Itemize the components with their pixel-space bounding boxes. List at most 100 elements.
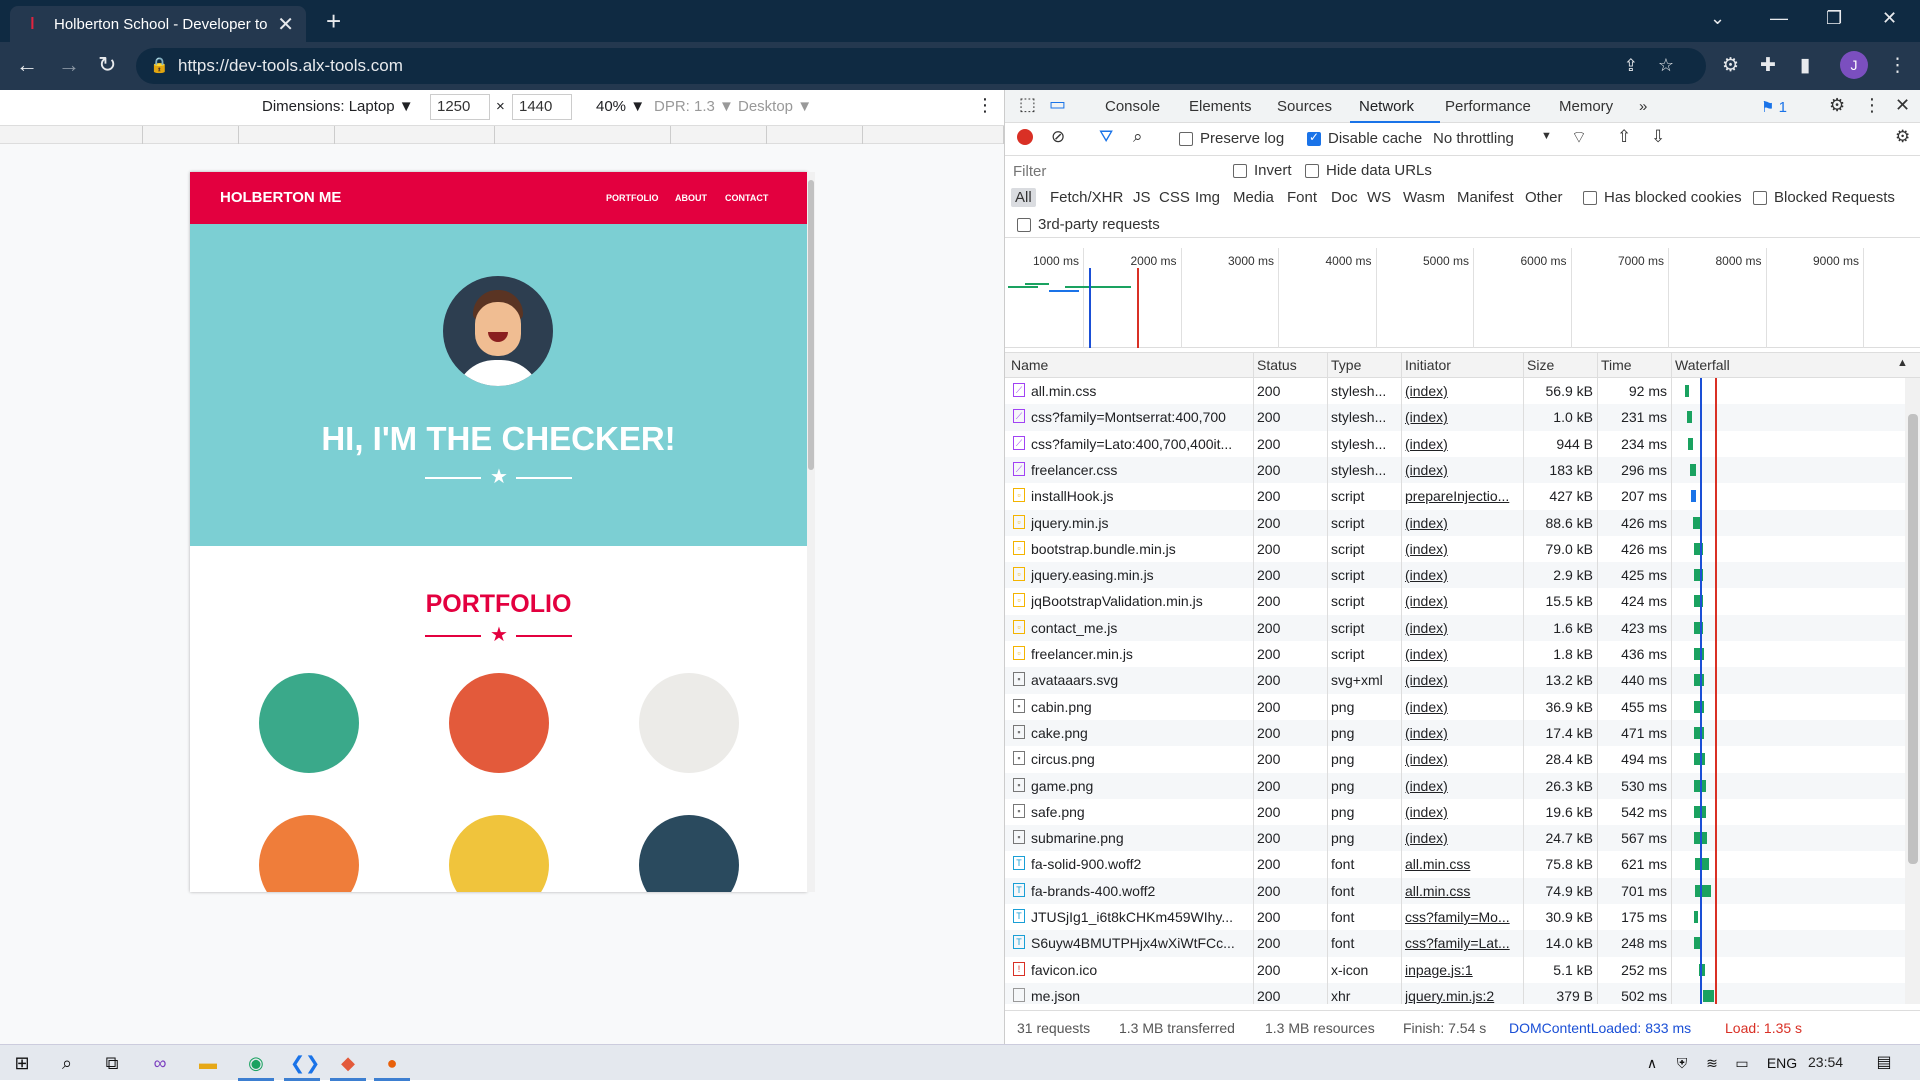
request-initiator[interactable]: (index) [1405, 830, 1517, 846]
hide-data-urls-checkbox[interactable] [1305, 164, 1319, 178]
table-row[interactable]: Tfa-brands-400.woff2 200 font all.min.css 74… [1005, 877, 1905, 904]
table-row[interactable]: ⟋ css?family=Montserrat:400,700 200 stylesh… [1005, 404, 1905, 431]
tab-elements[interactable]: Elements [1189, 98, 1252, 115]
dimensions-select[interactable]: Dimensions: Laptop ▼ [262, 98, 414, 115]
security-shield-icon[interactable]: ⛨ [1670, 1051, 1694, 1075]
table-row[interactable]: ⟋ css?family=Lato:400,700,400it... 200 styl… [1005, 431, 1905, 457]
language-indicator[interactable]: ENG [1762, 1051, 1802, 1075]
portfolio-tile-safe[interactable] [411, 802, 586, 892]
third-party-checkbox[interactable] [1017, 218, 1031, 232]
new-tab-icon[interactable]: + [326, 6, 341, 37]
portfolio-tile-cabin[interactable] [221, 660, 396, 787]
request-initiator[interactable]: (index) [1405, 383, 1517, 399]
table-row[interactable]: ▫ jqBootstrapValidation.min.js 200 script (i… [1005, 588, 1905, 614]
request-initiator[interactable]: css?family=Lat... [1405, 935, 1517, 951]
throttling-dropdown-icon[interactable]: ▼ [1541, 130, 1552, 142]
table-row[interactable]: ▫ bootstrap.bundle.min.js 200 script (index)… [1005, 536, 1905, 562]
task-view-icon[interactable]: ⧉ [100, 1051, 124, 1075]
request-initiator[interactable]: (index) [1405, 515, 1517, 531]
table-row[interactable]: ▫ installHook.js 200 script prepareInjectio.… [1005, 483, 1905, 509]
share-icon[interactable]: ⇪ [1624, 56, 1638, 76]
table-row[interactable]: ⟋ all.min.css 200 stylesh... (index) 56.9 kB 9… [1005, 378, 1905, 404]
table-row[interactable]: ▪ cabin.png 200 png (index) 36.9 kB 455 ms [1005, 694, 1905, 720]
close-tab-icon[interactable]: ✕ [277, 12, 294, 37]
request-initiator[interactable]: css?family=Mo... [1405, 909, 1517, 925]
request-initiator[interactable]: jquery.min.js:2 [1405, 988, 1517, 1004]
device-more-options-icon[interactable]: ⋮ [976, 95, 994, 116]
chrome-icon[interactable]: ◉ [238, 1051, 274, 1081]
type-filter-other[interactable]: Other [1525, 189, 1563, 206]
sort-ascending-icon[interactable]: ▲ [1897, 357, 1908, 369]
disable-cache-checkbox[interactable] [1307, 130, 1321, 146]
throttling-select[interactable]: No throttling [1433, 130, 1514, 147]
table-row[interactable]: ⟋ freelancer.css 200 stylesh... (index) 183 k… [1005, 456, 1905, 484]
profile-avatar[interactable]: J [1840, 51, 1868, 79]
more-tabs-icon[interactable]: » [1639, 98, 1647, 115]
forward-icon[interactable]: → [58, 52, 80, 78]
type-filter-font[interactable]: Font [1287, 189, 1317, 206]
tab-memory[interactable]: Memory [1559, 98, 1613, 115]
browser-menu-icon[interactable]: ⋮ [1888, 54, 1907, 77]
portfolio-tile-circus[interactable] [601, 660, 776, 787]
table-row[interactable]: ▪ submarine.png 200 png (index) 24.7 kB 567 ms [1005, 825, 1905, 852]
record-icon[interactable] [1017, 129, 1033, 145]
request-initiator[interactable]: (index) [1405, 462, 1517, 478]
table-row[interactable]: ▪ safe.png 200 png (index) 19.6 kB 542 ms [1005, 799, 1905, 825]
request-initiator[interactable]: (index) [1405, 646, 1517, 662]
portfolio-tile-cake[interactable] [411, 660, 586, 787]
devtools-close-icon[interactable]: ✕ [1895, 95, 1910, 116]
bookmark-star-icon[interactable]: ☆ [1658, 55, 1674, 76]
col-time[interactable]: Time [1601, 357, 1632, 373]
request-initiator[interactable]: all.min.css [1405, 856, 1517, 872]
address-bar[interactable]: 🔒 https://dev-tools.alx-tools.com ⇪ ☆ [136, 48, 1706, 84]
table-row[interactable]: ▫ freelancer.min.js 200 script (index) 1.8 kB… [1005, 641, 1905, 667]
browser-tab[interactable]: ǀ Holberton School - Developer to ✕ [10, 6, 306, 42]
request-initiator[interactable]: all.min.css [1405, 883, 1517, 899]
file-explorer-icon[interactable]: ▬ [196, 1051, 220, 1075]
type-filter-media[interactable]: Media [1233, 189, 1274, 206]
minimize-icon[interactable]: — [1770, 8, 1788, 29]
type-filter-fetch-xhr[interactable]: Fetch/XHR [1050, 189, 1123, 206]
issues-badge[interactable]: ⚑ 1 [1761, 98, 1787, 116]
network-overview-timeline[interactable]: 1000 ms 2000 ms 3000 ms 4000 ms 5000 ms 6000 … [1005, 248, 1920, 348]
tab-performance[interactable]: Performance [1445, 98, 1531, 115]
request-initiator[interactable]: (index) [1405, 541, 1517, 557]
type-filter-manifest[interactable]: Manifest [1457, 189, 1514, 206]
preserve-log-checkbox[interactable] [1179, 132, 1193, 146]
col-waterfall[interactable]: Waterfall [1675, 357, 1730, 373]
inspect-element-icon[interactable]: ⬚ [1019, 94, 1036, 115]
tab-network[interactable]: Network [1359, 98, 1414, 115]
extension-gear-icon[interactable]: ⚙ [1722, 54, 1739, 77]
table-row[interactable]: T JTUSjIg1_i6t8kCHKm459WIhy... 200 font css?… [1005, 904, 1905, 930]
nav-portfolio-link[interactable]: PORTFOLIO [606, 193, 659, 203]
has-blocked-cookies-checkbox[interactable] [1583, 191, 1597, 205]
battery-icon[interactable]: ▭ [1730, 1051, 1754, 1075]
request-initiator[interactable]: (index) [1405, 672, 1517, 688]
request-initiator[interactable]: (index) [1405, 436, 1517, 452]
filter-funnel-icon[interactable]: ⛛ [1099, 127, 1113, 147]
table-row[interactable]: ! favicon.ico 200 x-icon inpage.js:1 5.1 kB 25… [1005, 957, 1905, 983]
table-row[interactable]: ▫ contact_me.js 200 script (index) 1.6 kB 423 … [1005, 614, 1905, 641]
git-client-icon[interactable]: ◆ [330, 1051, 366, 1081]
extensions-puzzle-icon[interactable]: ✚ [1760, 54, 1776, 77]
table-row[interactable]: T S6uyw4BMUTPHjx4wXiWtFCc... 200 font css?fa… [1005, 930, 1905, 957]
zoom-select[interactable]: 40% ▼ [596, 98, 645, 115]
request-initiator[interactable]: (index) [1405, 567, 1517, 583]
site-brand[interactable]: HOLBERTON ME [220, 189, 341, 206]
request-initiator[interactable]: (index) [1405, 751, 1517, 767]
table-row[interactable]: ▫ jquery.easing.min.js 200 script (index) 2.9… [1005, 562, 1905, 589]
notifications-icon[interactable]: ▤ [1872, 1051, 1896, 1075]
table-row[interactable]: ▪ circus.png 200 png (index) 28.4 kB 494 ms [1005, 746, 1905, 772]
viewport-height-input[interactable]: 1440 [512, 94, 572, 120]
col-status[interactable]: Status [1257, 357, 1297, 373]
invert-checkbox[interactable] [1233, 164, 1247, 178]
table-row[interactable]: Tfa-solid-900.woff2 200 font all.min.css 75.… [1005, 851, 1905, 877]
wifi-icon[interactable]: ≋ [1700, 1051, 1724, 1075]
tray-overflow-icon[interactable]: ∧ [1640, 1051, 1664, 1075]
emulated-page-scrollbar[interactable] [807, 172, 815, 892]
portfolio-tile-submarine[interactable] [601, 802, 776, 892]
device-toolbar-toggle-icon[interactable]: ▭ [1049, 94, 1066, 115]
reload-icon[interactable]: ↻ [98, 52, 116, 78]
table-row[interactable]: ▪ avataaars.svg 200 svg+xml (index) 13.2 kB 44… [1005, 667, 1905, 694]
portfolio-tile-game[interactable] [221, 802, 396, 892]
